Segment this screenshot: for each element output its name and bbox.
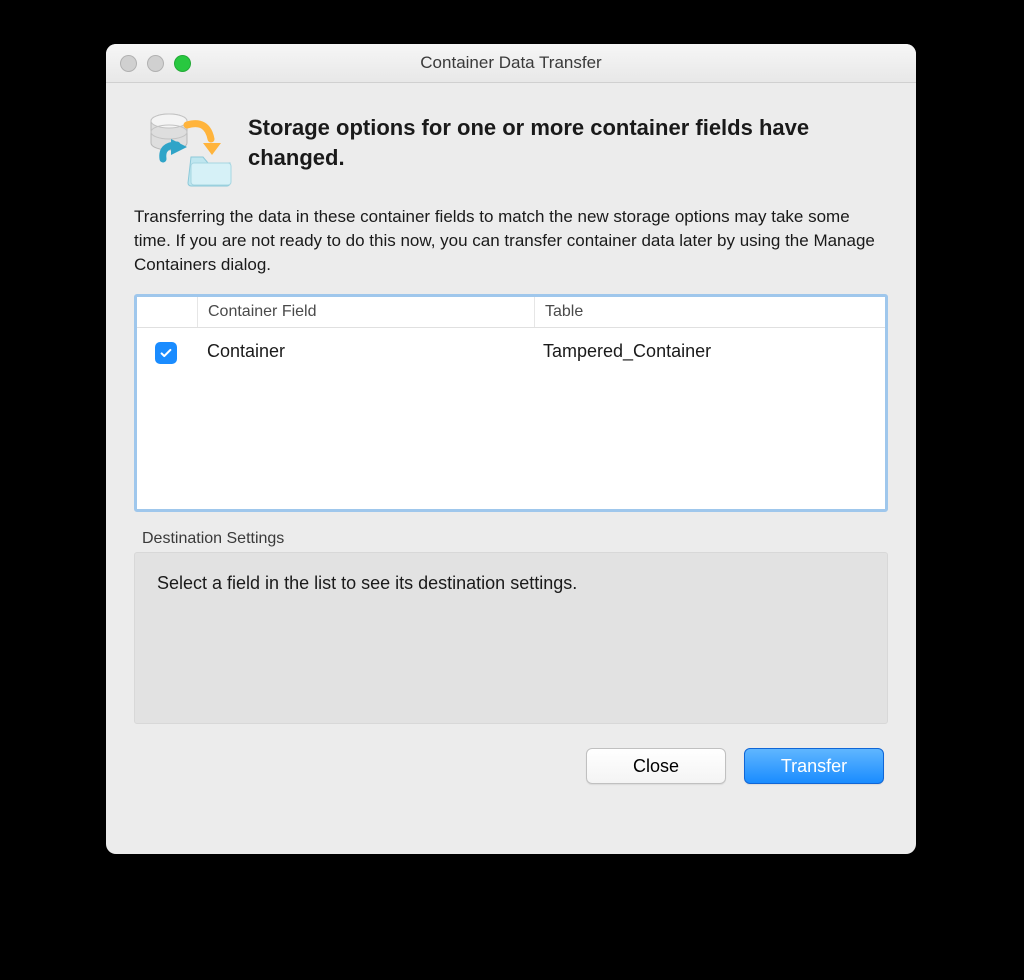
window-minimize-button[interactable]	[147, 55, 164, 72]
titlebar: Container Data Transfer	[106, 44, 916, 83]
dialog-window: Container Data Transfer	[106, 44, 916, 854]
destination-settings-box: Select a field in the list to see its de…	[134, 552, 888, 724]
table-column-header: Table	[535, 297, 885, 327]
button-row: Close Transfer	[134, 748, 888, 784]
list-row[interactable]: Container Tampered_Container	[137, 328, 885, 374]
row-container-field: Container	[197, 335, 533, 368]
destination-settings-label: Destination Settings	[142, 530, 888, 548]
check-icon	[159, 346, 173, 360]
window-controls	[120, 55, 191, 72]
row-table: Tampered_Container	[533, 335, 885, 368]
window-zoom-button[interactable]	[174, 55, 191, 72]
dialog-content: Storage options for one or more containe…	[106, 83, 916, 854]
window-close-button[interactable]	[120, 55, 137, 72]
description-text: Transferring the data in these container…	[134, 205, 888, 276]
transfer-button[interactable]: Transfer	[744, 748, 884, 784]
list-header: Container Field Table	[137, 297, 885, 328]
checkbox-column-header	[137, 297, 198, 327]
row-checkbox[interactable]	[155, 342, 177, 364]
transfer-icon	[134, 103, 244, 187]
close-button[interactable]: Close	[586, 748, 726, 784]
container-list[interactable]: Container Field Table Container Tampered…	[134, 294, 888, 512]
header-message: Storage options for one or more containe…	[244, 103, 888, 172]
window-title: Container Data Transfer	[420, 53, 601, 73]
container-field-column-header: Container Field	[198, 297, 535, 327]
destination-placeholder: Select a field in the list to see its de…	[157, 573, 577, 593]
